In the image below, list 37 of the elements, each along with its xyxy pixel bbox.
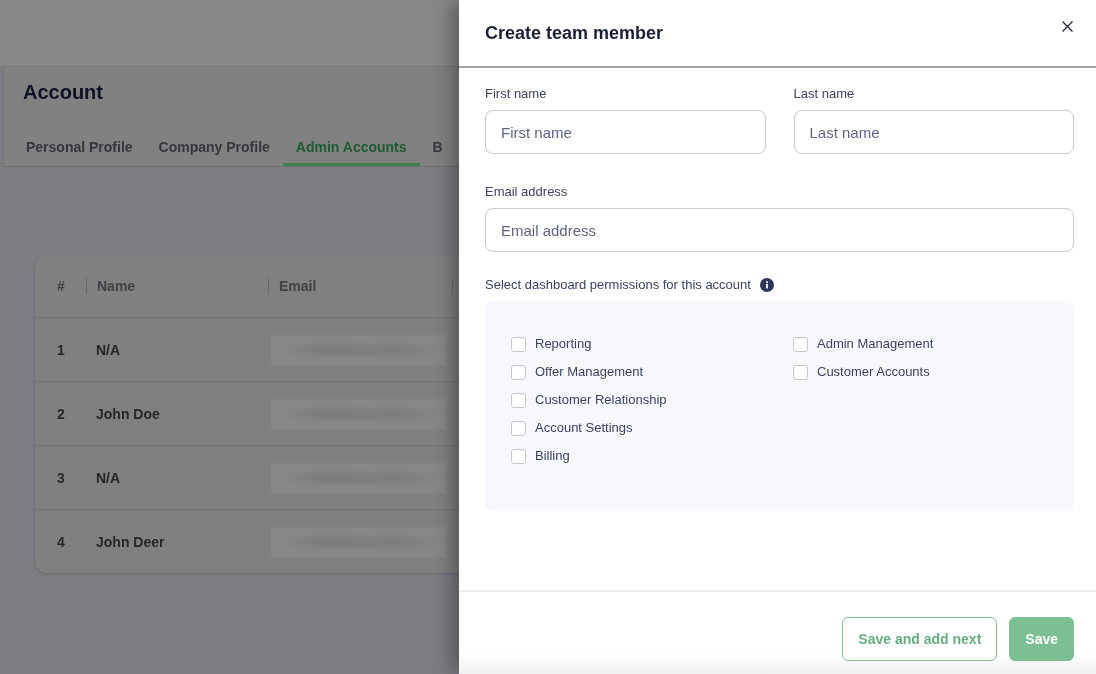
checkbox-label[interactable]: Billing (535, 448, 570, 464)
checkbox[interactable] (511, 420, 526, 436)
checkbox[interactable] (793, 336, 808, 352)
input-field[interactable]: First name (485, 110, 766, 154)
column-header: Name (86, 278, 268, 294)
input-field[interactable]: Email address (485, 208, 1074, 252)
checkbox[interactable] (511, 448, 526, 464)
table-cell-text: 1 (56, 341, 65, 358)
info-icon[interactable] (759, 278, 774, 292)
table-cell-text: 4 (56, 533, 65, 550)
table-cell-text: N/A (95, 341, 121, 358)
input-field[interactable]: Last name (793, 110, 1074, 154)
drawer-title: Create team member (485, 22, 664, 44)
close-icon (1062, 21, 1073, 32)
checkbox[interactable] (793, 364, 808, 380)
page-title: Account (23, 80, 104, 104)
table-cell-text: John Doe (95, 405, 160, 422)
field-label: First name (485, 86, 547, 102)
checkbox-label[interactable]: Admin Management (817, 336, 934, 352)
checkbox[interactable] (511, 364, 526, 380)
checkbox-label[interactable]: Customer Relationship (535, 392, 667, 408)
table-cell-text: 2 (56, 405, 65, 422)
table-cell-text: N/A (95, 469, 121, 486)
field-label: Email address (485, 184, 568, 200)
checkbox[interactable] (511, 392, 526, 408)
column-header: # (56, 278, 66, 294)
table-cell-text: 3 (56, 469, 65, 486)
checkbox-label[interactable]: Customer Accounts (817, 364, 930, 380)
checkbox-label[interactable]: Reporting (535, 336, 592, 352)
column-header: Email (268, 278, 452, 294)
checkbox[interactable] (511, 336, 526, 352)
field-label: Last name (793, 86, 855, 102)
close-button[interactable] (1062, 21, 1073, 32)
permissions-label: Select dashboard permissions for this account (485, 277, 751, 293)
checkbox-label[interactable]: Account Settings (535, 420, 633, 436)
table-cell-text: John Deer (95, 533, 165, 550)
checkbox-label[interactable]: Offer Management (535, 364, 644, 380)
